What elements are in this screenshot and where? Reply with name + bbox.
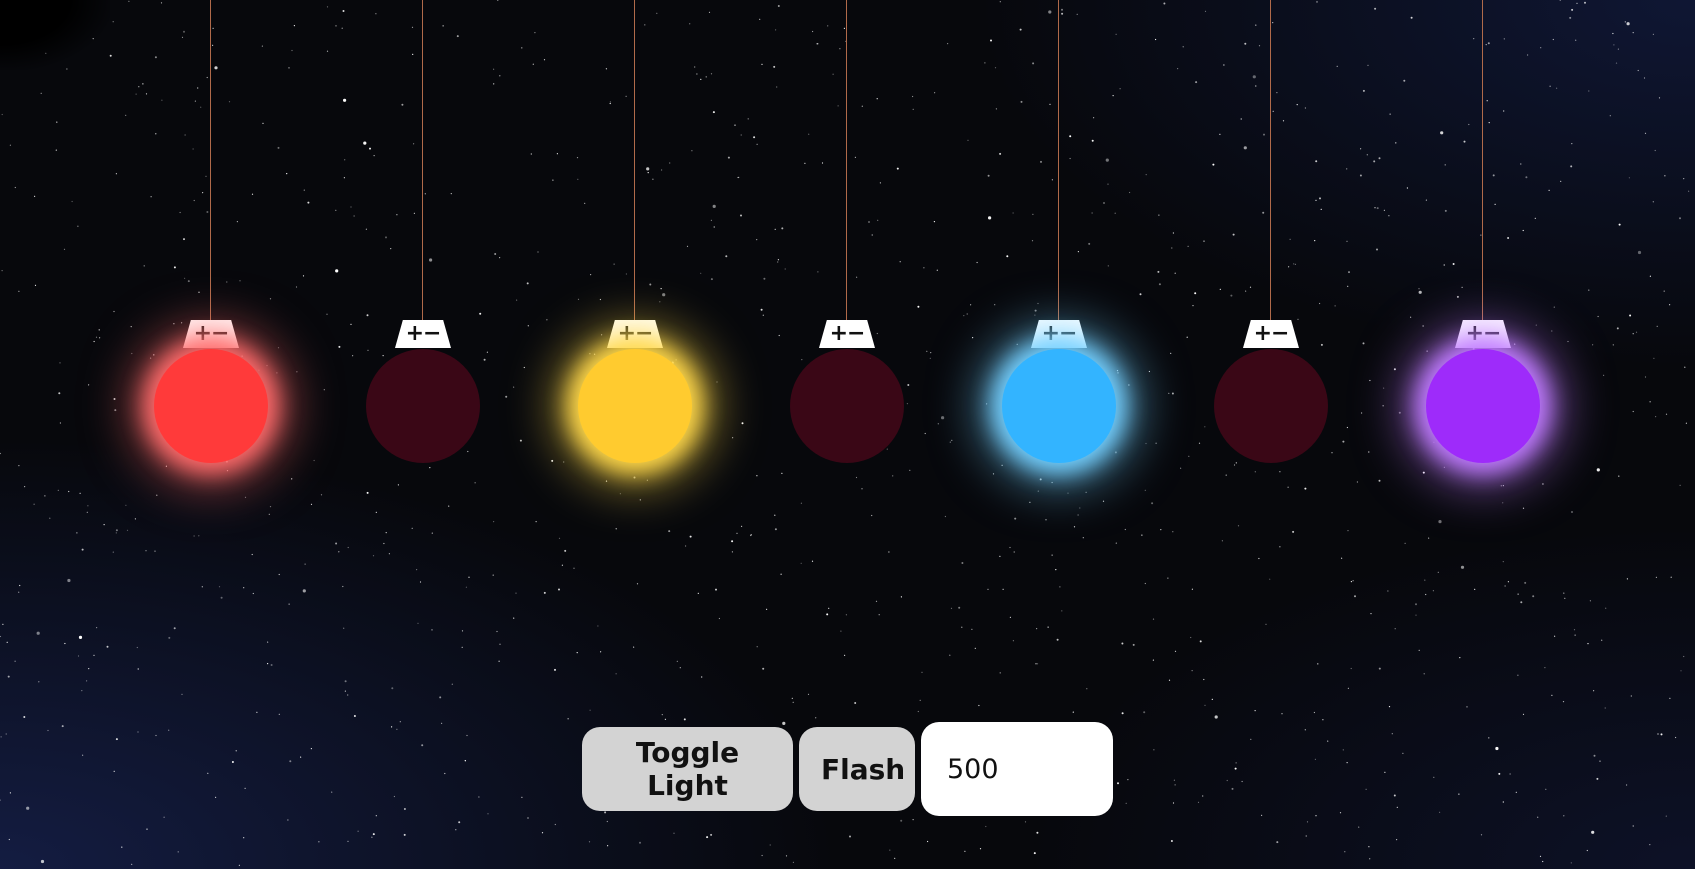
bulb-socket: +− [395, 320, 451, 348]
bulb-wire [1058, 0, 1059, 322]
bulb-socket: +− [183, 320, 239, 348]
bulb-unlit [1214, 349, 1328, 463]
bulb-wire [422, 0, 423, 322]
light-bulb-yellow: +− [575, 0, 695, 470]
light-bulb-blue: +− [999, 0, 1119, 470]
bulb-wire [634, 0, 635, 322]
bulb-lit [154, 349, 268, 463]
bulb-wire [1270, 0, 1271, 322]
light-bulb-blue-off: +− [1211, 0, 1331, 470]
bulb-lit [578, 349, 692, 463]
bulb-wire [846, 0, 847, 322]
flash-button[interactable]: Flash [799, 727, 915, 811]
bulb-socket: +− [1031, 320, 1087, 348]
light-controls: Toggle Light Flash [582, 722, 1113, 816]
bulb-lit [1002, 349, 1116, 463]
bulb-socket: +− [1243, 320, 1299, 348]
bulb-unlit [790, 349, 904, 463]
light-bulb-yellow-off: +− [787, 0, 907, 470]
bulb-unlit [366, 349, 480, 463]
bulb-wire [1482, 0, 1483, 322]
light-bulb-red: +− [151, 0, 271, 470]
bulb-socket: +− [1455, 320, 1511, 348]
bulb-socket: +− [607, 320, 663, 348]
light-bulb-purple: +− [1423, 0, 1543, 470]
toggle-light-button[interactable]: Toggle Light [582, 727, 793, 811]
bulb-lit [1426, 349, 1540, 463]
bulb-socket: +− [819, 320, 875, 348]
flash-interval-input[interactable] [921, 722, 1113, 816]
bulb-wire [210, 0, 211, 322]
light-bulb-red-off: +− [363, 0, 483, 470]
